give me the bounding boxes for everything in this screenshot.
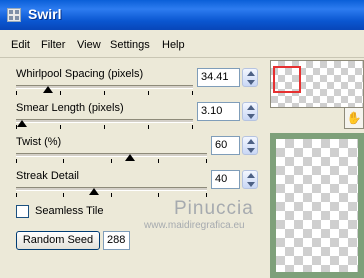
twist-label: Twist (%)	[16, 136, 62, 148]
seamless-tile-label[interactable]: Seamless Tile	[35, 205, 103, 217]
watermark-url: www.maidiregrafica.eu	[144, 220, 245, 231]
hand-pan-icon[interactable]: ✋	[344, 107, 364, 129]
menu-edit[interactable]: Edit	[11, 39, 30, 51]
spin-up-icon[interactable]	[247, 139, 255, 144]
twist-slider[interactable]	[16, 153, 207, 157]
twist-spinner[interactable]	[242, 136, 258, 155]
whirlpool-spacing-spinner[interactable]	[242, 68, 258, 87]
navigator-preview[interactable]	[270, 60, 364, 108]
random-seed-input[interactable]: 288	[103, 231, 130, 250]
streak-detail-label: Streak Detail	[16, 170, 79, 182]
spin-down-icon[interactable]	[247, 182, 255, 187]
whirlpool-spacing-label: Whirlpool Spacing (pixels)	[16, 68, 144, 80]
view-rectangle[interactable]	[273, 66, 301, 93]
smear-length-slider[interactable]	[16, 119, 193, 123]
smear-length-label: Smear Length (pixels)	[16, 102, 124, 114]
swirl-window: Swirl Edit Filter View Settings Help Whi…	[0, 0, 364, 278]
seamless-tile-checkbox[interactable]	[16, 205, 29, 218]
menu-view[interactable]: View	[77, 39, 101, 51]
spin-up-icon[interactable]	[247, 71, 255, 76]
smear-length-thumb[interactable]	[17, 120, 27, 127]
streak-detail-spinner[interactable]	[242, 170, 258, 189]
menu-help[interactable]: Help	[162, 39, 185, 51]
smear-length-input[interactable]: 3.10	[197, 102, 240, 121]
streak-detail-thumb[interactable]	[89, 188, 99, 195]
streak-detail-slider[interactable]	[16, 187, 207, 191]
menu-bar: Edit Filter View Settings Help	[0, 36, 364, 56]
whirlpool-spacing-thumb[interactable]	[43, 86, 53, 93]
spin-up-icon[interactable]	[247, 105, 255, 110]
whirlpool-spacing-input[interactable]: 34.41	[197, 68, 240, 87]
menu-separator	[0, 57, 364, 58]
random-seed-button[interactable]: Random Seed	[16, 231, 100, 250]
menu-filter[interactable]: Filter	[41, 39, 65, 51]
title-bar[interactable]: Swirl	[0, 0, 364, 30]
spin-down-icon[interactable]	[247, 148, 255, 153]
spin-up-icon[interactable]	[247, 173, 255, 178]
streak-detail-input[interactable]: 40	[211, 170, 240, 189]
spin-down-icon[interactable]	[247, 114, 255, 119]
watermark-name: Pinuccia	[174, 198, 254, 219]
effect-preview[interactable]	[270, 133, 364, 278]
spin-down-icon[interactable]	[247, 80, 255, 85]
menu-settings[interactable]: Settings	[110, 39, 150, 51]
window-title: Swirl	[28, 6, 62, 22]
app-icon	[7, 8, 21, 22]
twist-input[interactable]: 60	[211, 136, 240, 155]
twist-thumb[interactable]	[125, 154, 135, 161]
smear-length-spinner[interactable]	[242, 102, 258, 121]
